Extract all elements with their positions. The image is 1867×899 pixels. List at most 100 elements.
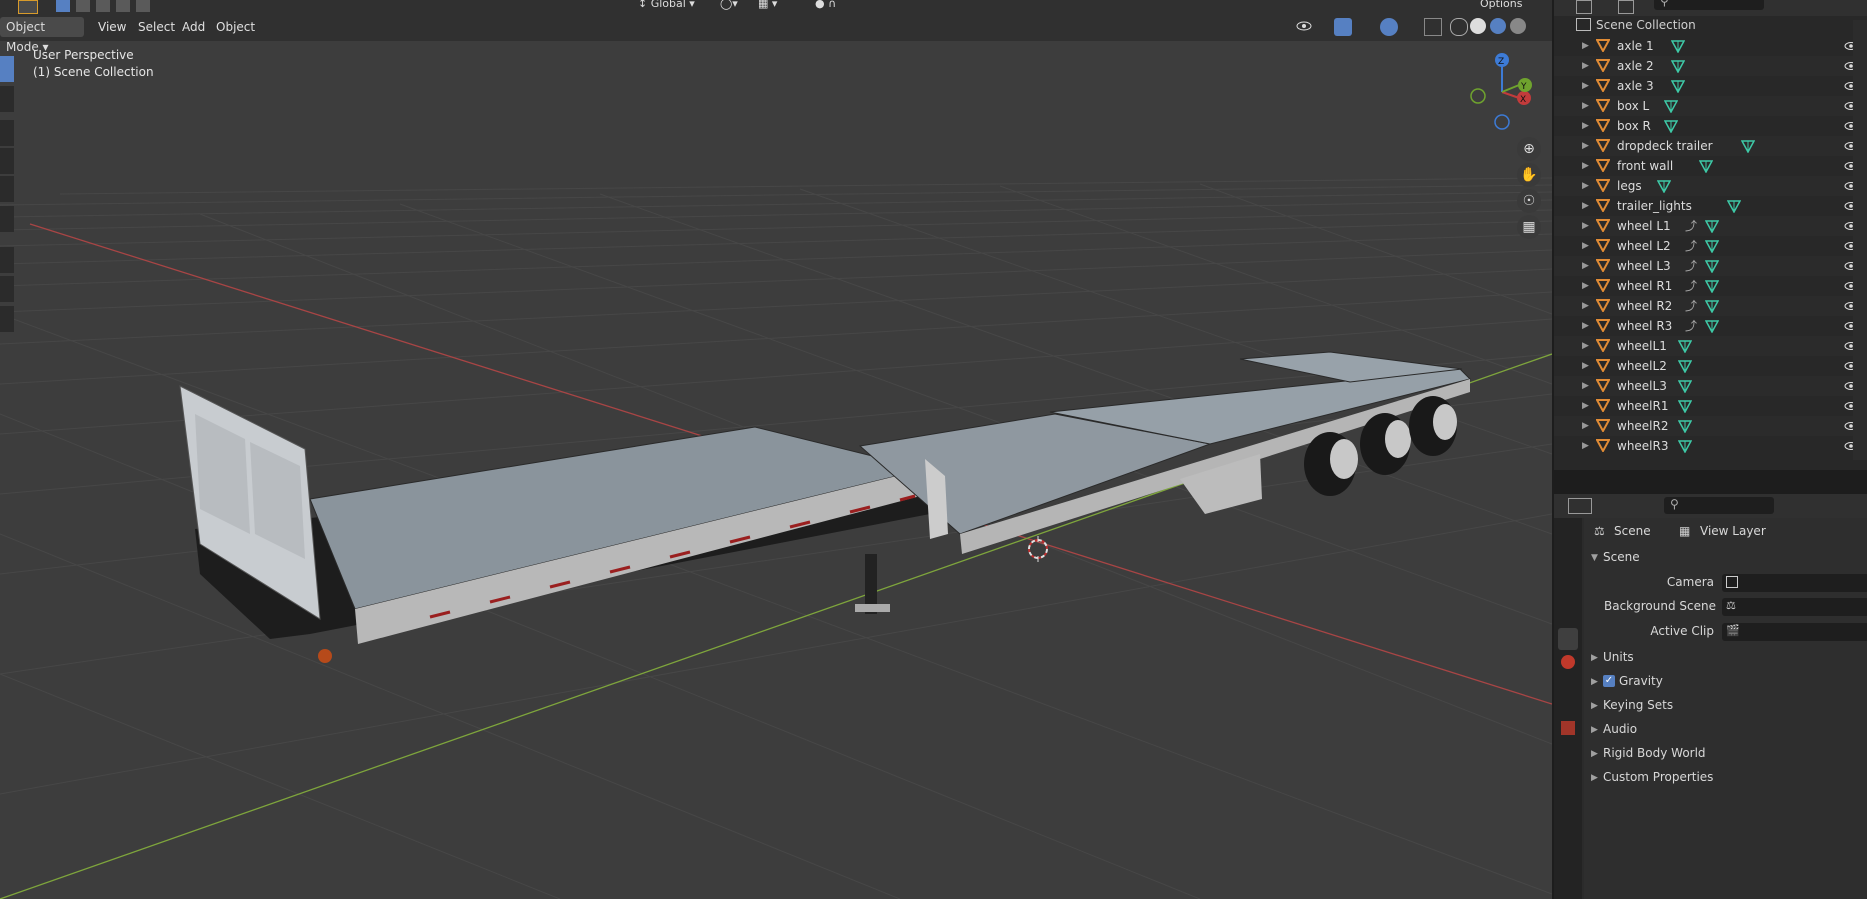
keying-sets-expand-icon[interactable]: ▶ bbox=[1591, 701, 1598, 711]
outliner-item[interactable]: ▶ axle 3 bbox=[1554, 76, 1867, 96]
expand-arrow-icon[interactable]: ▶ bbox=[1582, 96, 1589, 116]
select-invert-icon[interactable] bbox=[116, 0, 130, 12]
menu-object[interactable]: Object bbox=[210, 17, 261, 37]
expand-arrow-icon[interactable]: ▶ bbox=[1582, 196, 1589, 216]
section-audio[interactable]: Audio bbox=[1603, 722, 1637, 736]
filter-icon[interactable] bbox=[1618, 0, 1634, 14]
expand-arrow-icon[interactable]: ▶ bbox=[1582, 156, 1589, 176]
units-expand-icon[interactable]: ▶ bbox=[1591, 653, 1598, 663]
wireframe-shading-icon[interactable] bbox=[1450, 18, 1468, 36]
mode-dropdown[interactable]: Object Mode ▾ bbox=[0, 17, 84, 54]
outliner-item[interactable]: ▶ wheelL3 bbox=[1554, 376, 1867, 396]
outliner-item[interactable]: ▶ wheel R1 ⤴ bbox=[1554, 276, 1867, 296]
scene-panel-title[interactable]: Scene bbox=[1603, 550, 1640, 564]
outliner-item[interactable]: ▶ box R bbox=[1554, 116, 1867, 136]
expand-arrow-icon[interactable]: ▶ bbox=[1582, 396, 1589, 416]
expand-arrow-icon[interactable]: ▶ bbox=[1582, 256, 1589, 276]
expand-arrow-icon[interactable]: ▶ bbox=[1582, 376, 1589, 396]
collection-tab-icon[interactable] bbox=[1558, 682, 1578, 704]
panel-expand-icon[interactable]: ▼ bbox=[1591, 553, 1598, 563]
expand-arrow-icon[interactable]: ▶ bbox=[1582, 236, 1589, 256]
texture-tab-icon[interactable] bbox=[1558, 718, 1578, 740]
gravity-checkbox[interactable]: ✓ bbox=[1603, 675, 1615, 687]
editor-type-icon[interactable] bbox=[1568, 498, 1592, 514]
outliner-item[interactable]: ▶ wheel L1 ⤴ bbox=[1554, 216, 1867, 236]
overlay-toggle-icon[interactable] bbox=[1380, 18, 1398, 36]
expand-arrow-icon[interactable]: ▶ bbox=[1582, 56, 1589, 76]
play-icon[interactable] bbox=[18, 0, 38, 14]
section-gravity[interactable]: Gravity bbox=[1619, 674, 1663, 688]
material-shading-icon[interactable] bbox=[1490, 18, 1506, 34]
grid-view-icon[interactable]: ▦ bbox=[1517, 215, 1541, 239]
properties-search-input[interactable]: ⚲ bbox=[1664, 497, 1774, 514]
rotate-tool-icon[interactable] bbox=[0, 148, 14, 174]
expand-arrow-icon[interactable]: ▶ bbox=[1582, 36, 1589, 56]
expand-arrow-icon[interactable]: ▶ bbox=[1582, 336, 1589, 356]
outliner-item[interactable]: ▶ wheelL2 bbox=[1554, 356, 1867, 376]
outliner-item[interactable]: ▶ wheel L3 ⤴ bbox=[1554, 256, 1867, 276]
menu-select[interactable]: Select bbox=[132, 17, 181, 37]
menu-view[interactable]: View bbox=[92, 17, 132, 37]
orientation-dropdown[interactable]: ↕ Global ▾ bbox=[638, 0, 695, 10]
outliner-item[interactable]: ▶ wheelR3 bbox=[1554, 436, 1867, 456]
zoom-icon[interactable]: ⊕ bbox=[1517, 137, 1541, 161]
outliner-item[interactable]: ▶ box L bbox=[1554, 96, 1867, 116]
outliner-item[interactable]: ▶ wheel R3 ⤴ bbox=[1554, 316, 1867, 336]
rigid-body-expand-icon[interactable]: ▶ bbox=[1591, 749, 1598, 759]
outliner-item[interactable]: ▶ axle 1 bbox=[1554, 36, 1867, 56]
proportional-edit-icon[interactable]: ● ∩ bbox=[815, 0, 836, 10]
move-tool-icon[interactable] bbox=[0, 120, 14, 146]
view-layer-tab-icon[interactable] bbox=[1558, 604, 1578, 626]
render-tab-icon[interactable] bbox=[1558, 556, 1578, 578]
custom-props-expand-icon[interactable]: ▶ bbox=[1591, 773, 1598, 783]
menu-add[interactable]: Add bbox=[176, 17, 211, 37]
measure-tool-icon[interactable] bbox=[0, 276, 14, 302]
active-clip-field[interactable]: 🎬 bbox=[1722, 623, 1867, 641]
outliner-item[interactable]: ▶ wheelR1 bbox=[1554, 396, 1867, 416]
scene-tab-icon[interactable] bbox=[1558, 628, 1578, 650]
expand-arrow-icon[interactable]: ▶ bbox=[1582, 416, 1589, 436]
outliner-item[interactable]: ▶ wheel L2 ⤴ bbox=[1554, 236, 1867, 256]
section-custom-properties[interactable]: Custom Properties bbox=[1603, 770, 1713, 784]
outliner-item[interactable]: ▶ axle 2 bbox=[1554, 56, 1867, 76]
expand-arrow-icon[interactable]: ▶ bbox=[1582, 216, 1589, 236]
display-mode-icon[interactable] bbox=[1576, 0, 1592, 14]
expand-arrow-icon[interactable]: ▶ bbox=[1582, 116, 1589, 136]
gizmo-toggle-icon[interactable] bbox=[1334, 18, 1352, 36]
expand-arrow-icon[interactable]: ▶ bbox=[1582, 356, 1589, 376]
outliner-item[interactable]: ▶ wheelL1 bbox=[1554, 336, 1867, 356]
snap-dropdown[interactable]: ▦ ▾ bbox=[758, 0, 777, 10]
add-cube-tool-icon[interactable] bbox=[0, 306, 14, 332]
section-rigid-body-world[interactable]: Rigid Body World bbox=[1603, 746, 1706, 760]
select-intersect-icon[interactable] bbox=[136, 0, 150, 12]
output-tab-icon[interactable] bbox=[1558, 580, 1578, 602]
scale-tool-icon[interactable] bbox=[0, 176, 14, 202]
annotate-tool-icon[interactable] bbox=[0, 247, 14, 273]
outliner-item[interactable]: ▶ front wall bbox=[1554, 156, 1867, 176]
outliner-item[interactable]: ▶ legs bbox=[1554, 176, 1867, 196]
expand-arrow-icon[interactable]: ▶ bbox=[1582, 76, 1589, 96]
outliner-item[interactable]: ▶ trailer_lights bbox=[1554, 196, 1867, 216]
section-units[interactable]: Units bbox=[1603, 650, 1634, 664]
visibility-eye-icon[interactable] bbox=[1296, 18, 1312, 34]
camera-view-icon[interactable]: ☉ bbox=[1517, 189, 1541, 213]
select-subtract-icon[interactable] bbox=[96, 0, 110, 12]
section-keying-sets[interactable]: Keying Sets bbox=[1603, 698, 1673, 712]
rendered-shading-icon[interactable] bbox=[1510, 18, 1526, 34]
expand-arrow-icon[interactable]: ▶ bbox=[1582, 136, 1589, 156]
expand-arrow-icon[interactable]: ▶ bbox=[1582, 176, 1589, 196]
select-extend-icon[interactable] bbox=[76, 0, 90, 12]
3d-viewport[interactable]: Z X Y User Perspective (1) Scene Collect… bbox=[0, 14, 1552, 899]
background-scene-field[interactable]: ⚖ bbox=[1722, 598, 1867, 616]
gravity-expand-icon[interactable]: ▶ bbox=[1591, 677, 1598, 687]
expand-arrow-icon[interactable]: ▶ bbox=[1582, 436, 1589, 456]
cursor-tool-icon[interactable] bbox=[0, 86, 14, 112]
outliner-item[interactable]: ▶ dropdeck trailer bbox=[1554, 136, 1867, 156]
expand-arrow-icon[interactable]: ▶ bbox=[1582, 276, 1589, 296]
outliner-item[interactable]: ▶ wheel R2 ⤴ bbox=[1554, 296, 1867, 316]
options-dropdown[interactable]: Options bbox=[1480, 0, 1522, 10]
xray-toggle-icon[interactable] bbox=[1424, 18, 1442, 36]
expand-arrow-icon[interactable]: ▶ bbox=[1582, 316, 1589, 336]
pivot-dropdown[interactable]: ◯▾ bbox=[720, 0, 738, 10]
tool-tab-icon[interactable] bbox=[1558, 528, 1578, 550]
